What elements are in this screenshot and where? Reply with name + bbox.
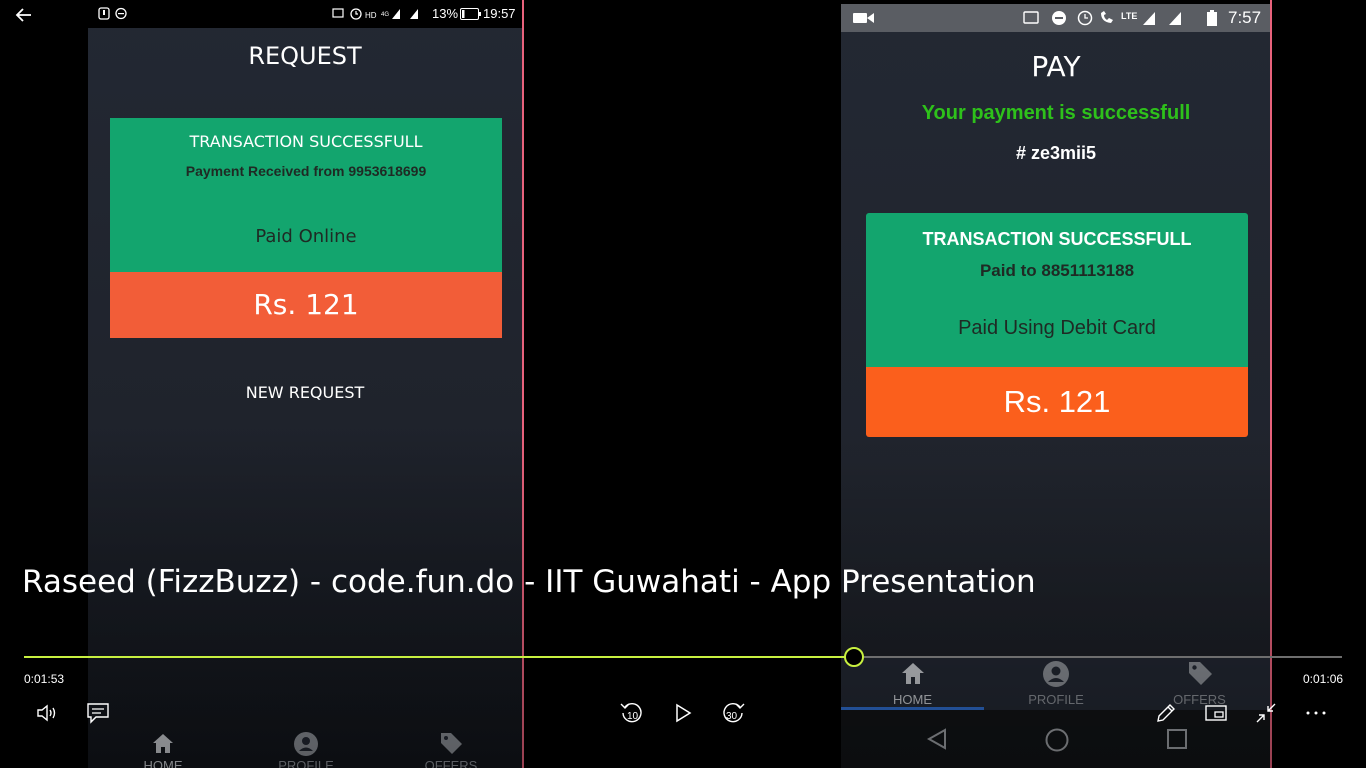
remaining-time: 0:01:06 <box>1303 672 1344 686</box>
status-icons: HD 4G <box>332 8 418 20</box>
success-message: Your payment is successfull <box>921 102 1191 124</box>
nav-home[interactable]: HOME <box>128 730 198 768</box>
captions-icon <box>87 703 109 724</box>
left-status-bar: HD 4G 13% 19:57 <box>88 0 522 28</box>
volume-button[interactable] <box>30 695 66 731</box>
seek-bar[interactable] <box>24 647 1342 667</box>
notification-icons <box>98 7 127 20</box>
mini-view-button[interactable] <box>1198 695 1234 731</box>
nav-offers[interactable]: OFFERS <box>416 730 486 768</box>
network-label: LTE <box>1121 11 1137 21</box>
elapsed-time: 0:01:53 <box>24 672 65 686</box>
tag-icon <box>441 733 462 754</box>
more-button[interactable] <box>1298 695 1334 731</box>
forward-button[interactable]: 30 <box>715 695 751 731</box>
video-title: Raseed (FizzBuzz) - code.fun.do - IIT Gu… <box>22 564 1036 600</box>
transaction-reference: # ze3mii5 <box>1015 143 1097 163</box>
exit-fullscreen-icon <box>1256 703 1276 723</box>
rewind-button[interactable]: 10 <box>614 695 650 731</box>
forward-30-icon: 30 <box>723 703 745 723</box>
more-icon <box>1306 711 1326 715</box>
play-button[interactable] <box>665 695 701 731</box>
profile-icon <box>294 732 318 756</box>
status-time: 7:57 <box>1228 8 1262 27</box>
home-circle-icon[interactable] <box>1044 727 1070 753</box>
nav-profile[interactable]: PROFILE <box>271 730 341 768</box>
transaction-subline: Paid to 8851113188 <box>979 261 1135 280</box>
amount-bar: Rs. 121 <box>866 367 1248 437</box>
transaction-subline: Payment Received from 9953618699 <box>185 163 427 179</box>
nav-offers-label: OFFERS <box>424 758 478 768</box>
battery-icon <box>460 8 481 20</box>
svg-text:4G: 4G <box>381 12 389 18</box>
page-title: REQUEST <box>248 42 362 70</box>
forward-label: 30 <box>726 711 738 722</box>
rewind-label: 10 <box>627 711 639 722</box>
volume-icon <box>37 704 56 722</box>
new-request-button[interactable]: NEW REQUEST <box>88 383 522 402</box>
transaction-card: TRANSACTION SUCCESSFULL Paid to 88511131… <box>866 213 1248 369</box>
status-time: 19:57 <box>483 6 516 21</box>
nav-profile-label: PROFILE <box>1028 692 1084 707</box>
transaction-card: TRANSACTION SUCCESSFULL Payment Received… <box>110 118 502 272</box>
battery-percent: 13% <box>432 6 459 21</box>
recents-square-icon[interactable] <box>1166 728 1188 750</box>
right-status-bar: LTE 7:57 <box>841 4 1271 32</box>
home-icon <box>153 734 173 753</box>
nav-profile-label: PROFILE <box>278 758 334 768</box>
transaction-headline: TRANSACTION SUCCESSFULL <box>922 229 1192 249</box>
seek-thumb[interactable] <box>844 647 864 667</box>
rewind-10-icon: 10 <box>620 703 642 723</box>
nav-home-label: HOME <box>893 692 932 707</box>
payment-method: Paid Online <box>255 226 357 247</box>
status-icons: LTE <box>1023 10 1181 26</box>
play-icon <box>676 703 692 723</box>
pen-icon <box>1157 704 1175 722</box>
transaction-headline: TRANSACTION SUCCESSFULL <box>189 132 423 151</box>
mini-view-icon <box>1205 705 1227 721</box>
seek-progress <box>24 656 854 658</box>
svg-text:HD: HD <box>365 11 377 20</box>
pen-button[interactable] <box>1148 695 1184 731</box>
exit-fullscreen-button[interactable] <box>1248 695 1284 731</box>
arrow-left-icon <box>15 8 31 22</box>
payment-method: Paid Using Debit Card <box>958 317 1156 339</box>
page-title: PAY <box>1031 50 1081 83</box>
back-triangle-icon[interactable] <box>925 727 949 751</box>
video-camera-icon <box>853 13 874 23</box>
back-button[interactable] <box>14 6 36 26</box>
captions-button[interactable] <box>80 695 116 731</box>
amount-bar: Rs. 121 <box>110 272 502 338</box>
battery-icon <box>1207 10 1217 26</box>
nav-home-label: HOME <box>143 758 183 768</box>
